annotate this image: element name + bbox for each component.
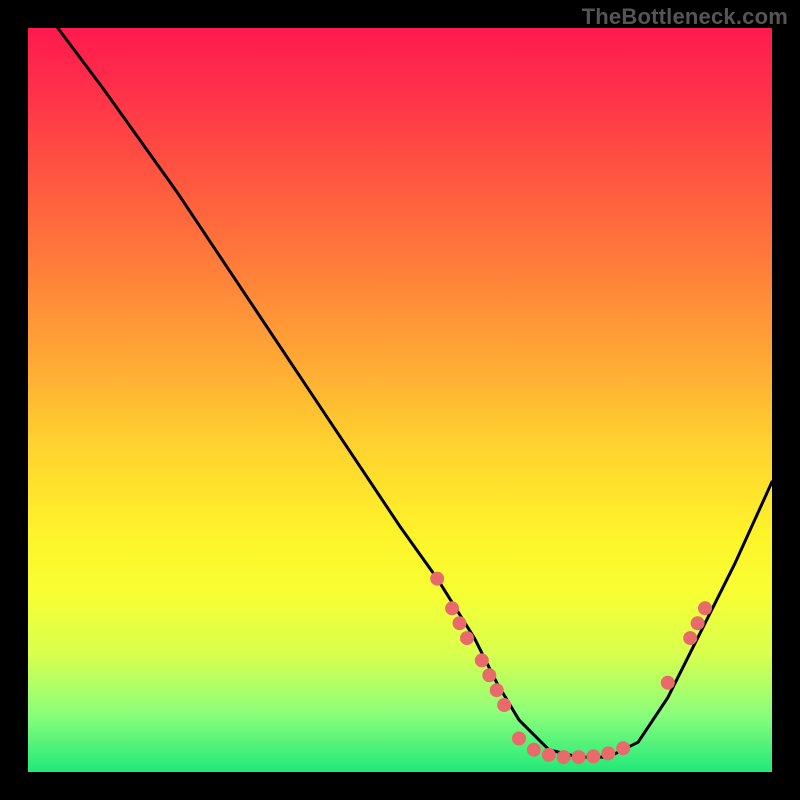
data-marker: [616, 741, 630, 755]
data-marker: [557, 750, 571, 764]
data-marker: [572, 750, 586, 764]
data-marker: [527, 743, 541, 757]
data-marker: [453, 616, 467, 630]
data-markers: [430, 572, 712, 765]
data-marker: [661, 676, 675, 690]
data-marker: [601, 746, 615, 760]
data-marker: [430, 572, 444, 586]
data-marker: [445, 601, 459, 615]
plot-area: [28, 28, 772, 772]
data-marker: [482, 668, 496, 682]
watermark-text: TheBottleneck.com: [582, 4, 788, 30]
data-marker: [475, 653, 489, 667]
data-marker: [586, 749, 600, 763]
data-marker: [512, 732, 526, 746]
data-marker: [460, 631, 474, 645]
chart-svg: [28, 28, 772, 772]
data-marker: [497, 698, 511, 712]
chart-container: TheBottleneck.com: [0, 0, 800, 800]
bottleneck-curve: [58, 28, 772, 757]
data-marker: [542, 748, 556, 762]
data-marker: [691, 616, 705, 630]
data-marker: [698, 601, 712, 615]
data-marker: [683, 631, 697, 645]
data-marker: [490, 683, 504, 697]
